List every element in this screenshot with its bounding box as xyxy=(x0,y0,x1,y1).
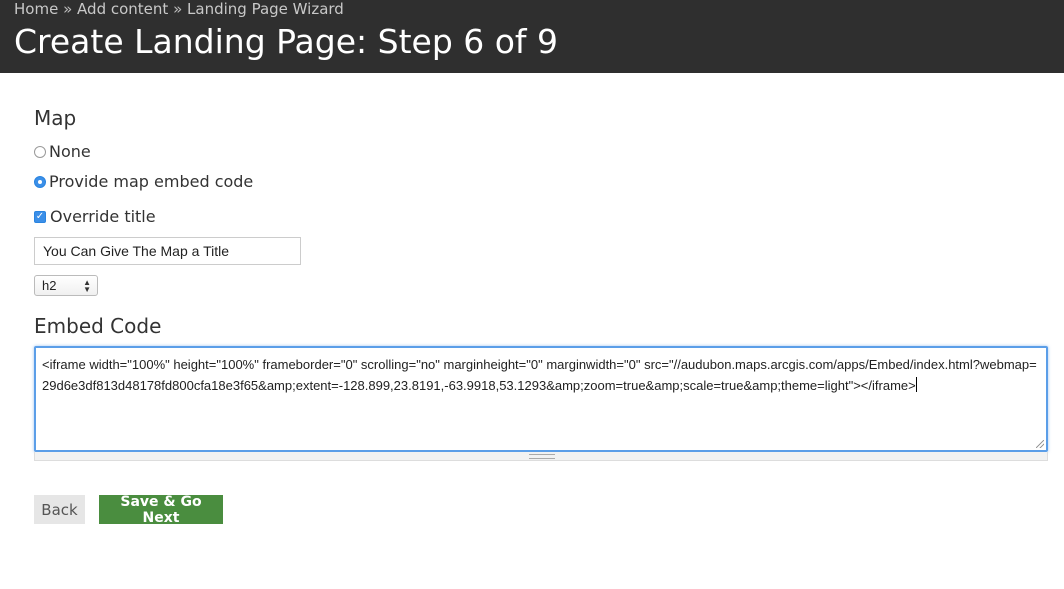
embed-code-text: <iframe width="100%" height="100%" frame… xyxy=(42,357,1037,393)
heading-level-value: h2 xyxy=(42,278,57,293)
map-option-none-label: None xyxy=(49,142,91,161)
textarea-grippie[interactable] xyxy=(34,452,1048,461)
select-arrows-icon: ▲ ▼ xyxy=(83,277,91,294)
map-title-input[interactable]: You Can Give The Map a Title xyxy=(34,237,301,265)
embed-code-label: Embed Code xyxy=(34,314,162,338)
override-title-label: Override title xyxy=(50,207,156,226)
radio-embed-code[interactable] xyxy=(34,175,46,188)
breadcrumb: Home » Add content » Landing Page Wizard xyxy=(14,0,344,18)
map-option-none[interactable]: None xyxy=(34,142,91,161)
page-title: Create Landing Page: Step 6 of 9 xyxy=(14,22,559,61)
radio-none[interactable] xyxy=(34,145,46,158)
map-option-embed[interactable]: Provide map embed code xyxy=(34,172,253,191)
back-button[interactable]: Back xyxy=(34,495,85,524)
map-option-embed-label: Provide map embed code xyxy=(49,172,254,191)
breadcrumb-home[interactable]: Home xyxy=(14,0,58,18)
save-and-go-next-button[interactable]: Save & Go Next xyxy=(99,494,223,526)
embed-code-textarea[interactable]: <iframe width="100%" height="100%" frame… xyxy=(34,346,1048,452)
text-caret xyxy=(915,377,917,392)
breadcrumb-separator: » xyxy=(173,0,183,18)
override-title-checkbox[interactable]: ✓ xyxy=(34,210,46,223)
override-title-option[interactable]: ✓ Override title xyxy=(34,207,156,226)
map-section-label: Map xyxy=(34,106,77,130)
heading-level-select[interactable]: h2 ▲ ▼ xyxy=(34,275,98,296)
resize-handle-icon[interactable] xyxy=(1036,440,1044,448)
breadcrumb-separator: » xyxy=(63,0,73,18)
breadcrumb-landing-page-wizard[interactable]: Landing Page Wizard xyxy=(187,0,344,18)
page-header: Home » Add content » Landing Page Wizard… xyxy=(0,0,1064,73)
breadcrumb-add-content[interactable]: Add content xyxy=(77,0,168,18)
